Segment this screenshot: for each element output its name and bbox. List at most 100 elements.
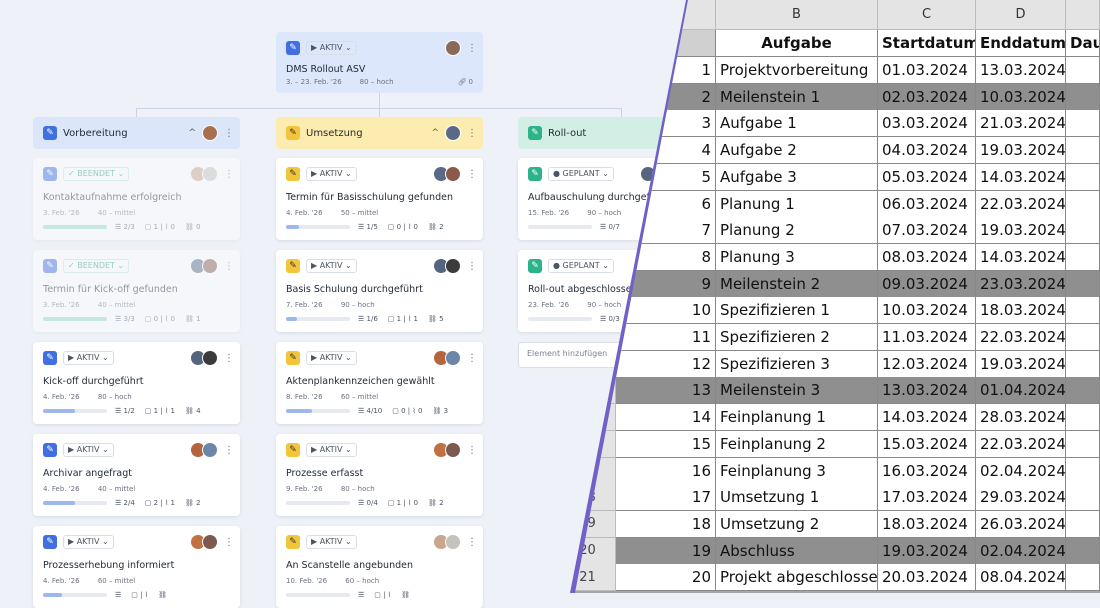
- start-cell[interactable]: 03.03.2024: [878, 110, 976, 138]
- task-card[interactable]: ✎ ▶ AKTIV ⌄ ⋮ Termin für Basisschulung g…: [276, 158, 483, 240]
- start-cell[interactable]: 13.03.2024: [878, 377, 976, 405]
- start-cell[interactable]: 07.03.2024: [878, 217, 976, 245]
- more-icon[interactable]: ⋮: [224, 445, 234, 456]
- status-badge[interactable]: ▶ AKTIV ⌄: [63, 535, 114, 549]
- duration-cell[interactable]: [1066, 484, 1100, 512]
- column-header-rollout[interactable]: ✎ Roll-out: [518, 117, 678, 149]
- edit-icon[interactable]: ✎: [286, 41, 300, 55]
- end-cell[interactable]: 18.03.2024: [976, 297, 1066, 325]
- task-cell[interactable]: Planung 2: [716, 217, 878, 245]
- duration-cell[interactable]: [1066, 404, 1100, 432]
- edit-icon[interactable]: ✎: [43, 351, 57, 365]
- duration-cell[interactable]: [1066, 57, 1100, 84]
- end-cell[interactable]: 14.03.2024: [976, 163, 1066, 191]
- edit-icon[interactable]: ✎: [286, 535, 300, 549]
- end-cell[interactable]: 01.04.2024: [976, 377, 1066, 405]
- status-badge[interactable]: ● GEPLANT ⌄: [548, 259, 614, 273]
- task-cell[interactable]: Feinplanung 2: [716, 430, 878, 458]
- more-icon[interactable]: ⋮: [467, 537, 477, 548]
- header-cell[interactable]: Enddatum: [976, 30, 1066, 57]
- index-cell[interactable]: 19: [616, 537, 716, 565]
- task-cell[interactable]: Projekt abgeschlossen: [716, 564, 878, 592]
- edit-icon[interactable]: ✎: [43, 535, 57, 549]
- task-cell[interactable]: Spezifizieren 2: [716, 324, 878, 351]
- end-cell[interactable]: 19.03.2024: [976, 137, 1066, 165]
- task-cell[interactable]: Projektvorbereitung: [716, 57, 878, 84]
- duration-cell[interactable]: [1066, 324, 1100, 351]
- index-cell[interactable]: 17: [616, 484, 716, 512]
- duration-cell[interactable]: [1066, 430, 1100, 458]
- start-cell[interactable]: 16.03.2024: [878, 457, 976, 485]
- more-icon[interactable]: ⋮: [224, 128, 234, 139]
- edit-icon[interactable]: ✎: [286, 351, 300, 365]
- task-card[interactable]: ✎ ✓ BEENDET ⌄ ⋮ Termin für Kick-off gefu…: [33, 250, 240, 332]
- task-cell[interactable]: Feinplanung 1: [716, 404, 878, 432]
- end-cell[interactable]: 19.03.2024: [976, 350, 1066, 378]
- index-cell[interactable]: 10: [616, 297, 716, 325]
- edit-icon[interactable]: ✎: [286, 126, 300, 140]
- task-cell[interactable]: Umsetzung 2: [716, 510, 878, 538]
- status-badge[interactable]: ✓ BEENDET ⌄: [63, 259, 130, 273]
- more-icon[interactable]: ⋮: [224, 169, 234, 180]
- collapse-icon[interactable]: ^: [431, 128, 439, 138]
- edit-icon[interactable]: ✎: [43, 167, 57, 181]
- task-card[interactable]: ✎ ▶ AKTIV ⌄ ⋮ Archivar angefragt 4. Feb.…: [33, 434, 240, 516]
- duration-cell[interactable]: [1066, 110, 1100, 138]
- duration-cell[interactable]: [1066, 377, 1100, 405]
- edit-icon[interactable]: ✎: [286, 167, 300, 181]
- edit-icon[interactable]: ✎: [43, 443, 57, 457]
- end-cell[interactable]: 21.03.2024: [976, 110, 1066, 138]
- column-header[interactable]: C: [878, 0, 976, 30]
- column-header[interactable]: B: [716, 0, 878, 30]
- duration-cell[interactable]: [1066, 217, 1100, 245]
- edit-icon[interactable]: ✎: [528, 126, 542, 140]
- duration-cell[interactable]: [1066, 537, 1100, 565]
- end-cell[interactable]: 28.03.2024: [976, 404, 1066, 432]
- edit-icon[interactable]: ✎: [286, 443, 300, 457]
- end-cell[interactable]: 22.03.2024: [976, 190, 1066, 218]
- more-icon[interactable]: ⋮: [467, 353, 477, 364]
- task-cell[interactable]: Planung 1: [716, 190, 878, 218]
- more-icon[interactable]: ⋮: [467, 445, 477, 456]
- task-card[interactable]: ✎ ▶ AKTIV ⌄ ⋮ Prozesse erfasst 9. Feb. '…: [276, 434, 483, 516]
- task-cell[interactable]: Aufgabe 1: [716, 110, 878, 138]
- status-badge[interactable]: ● GEPLANT ⌄: [548, 167, 614, 181]
- task-card[interactable]: ✎ ▶ AKTIV ⌄ ⋮ Prozesserhebung informiert…: [33, 526, 240, 608]
- duration-cell[interactable]: [1066, 163, 1100, 191]
- duration-cell[interactable]: [1066, 297, 1100, 325]
- status-badge[interactable]: ▶ AKTIV ⌄: [306, 167, 357, 181]
- task-cell[interactable]: Umsetzung 1: [716, 484, 878, 512]
- more-icon[interactable]: ⋮: [467, 169, 477, 180]
- start-cell[interactable]: 15.03.2024: [878, 430, 976, 458]
- end-cell[interactable]: 23.03.2024: [976, 270, 1066, 298]
- collapse-icon[interactable]: ^: [188, 128, 196, 138]
- index-cell[interactable]: 14: [616, 404, 716, 432]
- end-cell[interactable]: 26.03.2024: [976, 510, 1066, 538]
- duration-cell[interactable]: [1066, 190, 1100, 218]
- duration-cell[interactable]: [1066, 457, 1100, 485]
- start-cell[interactable]: 06.03.2024: [878, 190, 976, 218]
- status-badge[interactable]: ▶ AKTIV ⌄: [63, 443, 114, 457]
- column-header-umsetzung[interactable]: ✎ Umsetzung ^ ⋮: [276, 117, 483, 149]
- start-cell[interactable]: 17.03.2024: [878, 484, 976, 512]
- more-icon[interactable]: ⋮: [467, 43, 477, 54]
- start-cell[interactable]: 09.03.2024: [878, 270, 976, 298]
- start-cell[interactable]: 11.03.2024: [878, 324, 976, 351]
- duration-cell[interactable]: [1066, 270, 1100, 298]
- status-badge[interactable]: ▶ AKTIV ⌄: [306, 443, 357, 457]
- header-cell[interactable]: Dau: [1066, 30, 1100, 57]
- start-cell[interactable]: 18.03.2024: [878, 510, 976, 538]
- end-cell[interactable]: 19.03.2024: [976, 217, 1066, 245]
- edit-icon[interactable]: ✎: [43, 259, 57, 273]
- status-badge[interactable]: ▶ AKTIV ⌄: [306, 259, 357, 273]
- task-cell[interactable]: Meilenstein 3: [716, 377, 878, 405]
- start-cell[interactable]: 05.03.2024: [878, 163, 976, 191]
- more-icon[interactable]: ⋮: [467, 261, 477, 272]
- index-cell[interactable]: 18: [616, 510, 716, 538]
- start-cell[interactable]: 04.03.2024: [878, 137, 976, 165]
- task-cell[interactable]: Abschluss: [716, 537, 878, 565]
- task-cell[interactable]: Feinplanung 3: [716, 457, 878, 485]
- duration-cell[interactable]: [1066, 350, 1100, 378]
- index-cell[interactable]: 20: [616, 564, 716, 592]
- status-badge[interactable]: ▶ AKTIV ⌄: [306, 41, 357, 55]
